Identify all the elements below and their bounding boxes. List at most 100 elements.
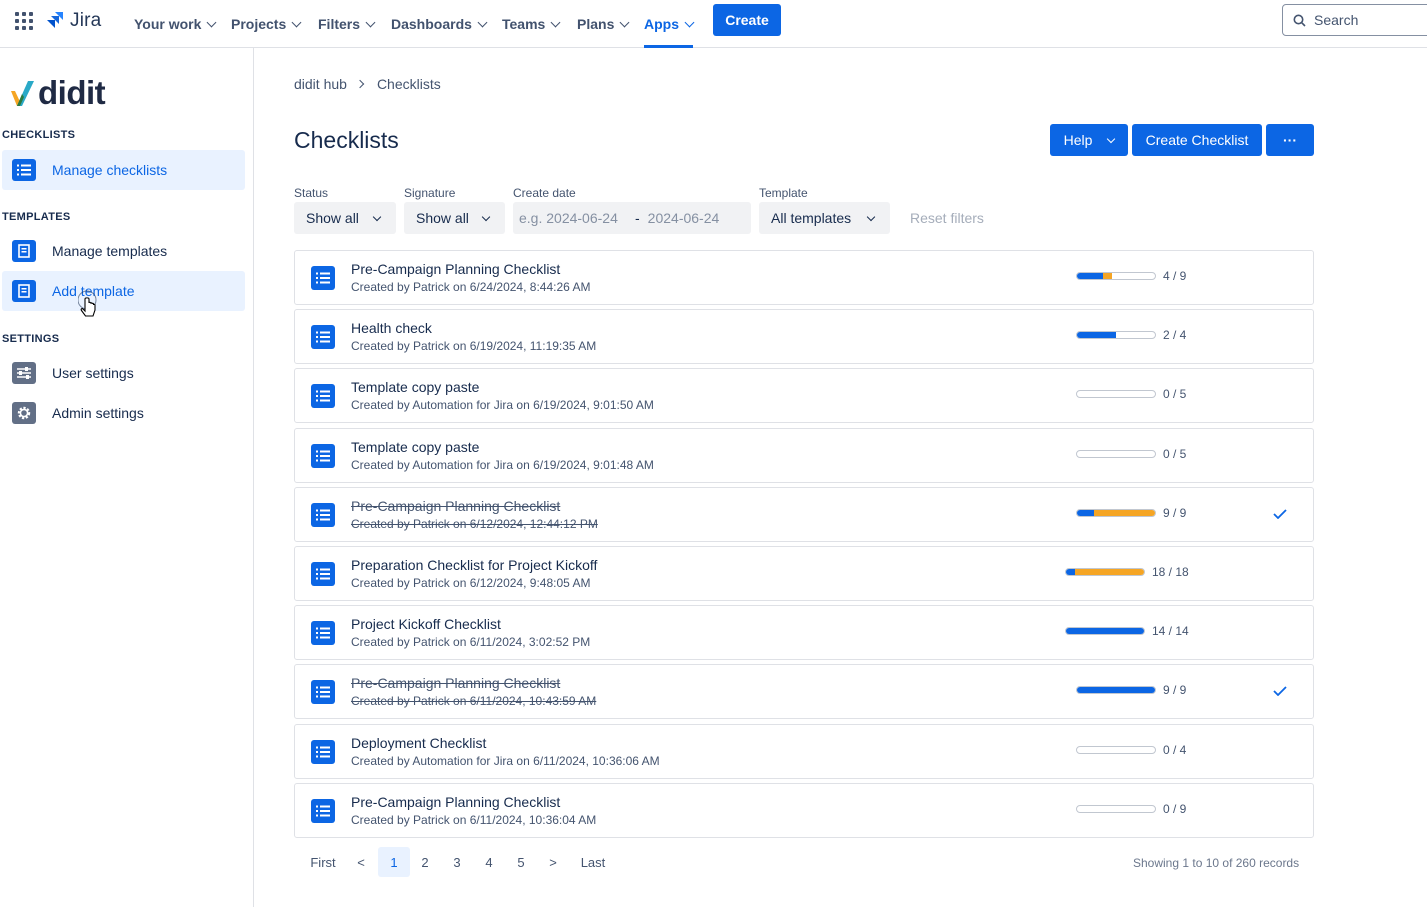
- nav-your-work[interactable]: Your work: [134, 0, 217, 48]
- nav-teams[interactable]: Teams: [502, 0, 561, 48]
- checklist-row[interactable]: Pre-Campaign Planning Checklist Created b…: [294, 486, 1314, 542]
- pagination-page-4[interactable]: 4: [478, 847, 500, 877]
- checklist-progress-bar: [1065, 568, 1145, 576]
- create-date-to-input[interactable]: [647, 210, 743, 226]
- section-title-checklists: CHECKLISTS: [2, 129, 76, 141]
- didit-check-logo-icon: [11, 81, 34, 106]
- checklist-icon: [311, 739, 335, 764]
- progress-segment-done: [1077, 687, 1155, 694]
- checklist-row[interactable]: Pre-Campaign Planning Checklist Created b…: [294, 664, 1314, 720]
- checklist-title: Preparation Checklist for Project Kickof…: [351, 557, 598, 573]
- pagination-page-1[interactable]: 1: [378, 847, 410, 877]
- create-button[interactable]: Create: [713, 4, 781, 36]
- help-button[interactable]: Help: [1050, 124, 1128, 156]
- nav-teams-label: Teams: [502, 16, 546, 32]
- jira-logo[interactable]: Jira: [45, 10, 101, 32]
- checkmark-icon: [1273, 686, 1287, 697]
- sidebar-item-manage-templates[interactable]: Manage templates: [2, 231, 245, 271]
- checklist-progress-count: 4 / 9: [1163, 269, 1187, 283]
- breadcrumb-checklists[interactable]: Checklists: [377, 76, 441, 92]
- status-filter-value: Show all: [306, 210, 359, 226]
- checklist-icon: [311, 443, 335, 468]
- progress-segment-done: [1066, 628, 1144, 635]
- pagination-prev[interactable]: <: [352, 847, 370, 877]
- sidebar-item-admin-settings[interactable]: Admin settings: [2, 393, 245, 433]
- signature-filter-select[interactable]: Show all: [404, 202, 505, 234]
- nav-dashboards[interactable]: Dashboards: [391, 0, 488, 48]
- progress-segment-done: [1077, 273, 1103, 279]
- checklist-created-by: Created by Patrick on 6/11/2024, 10:43:5…: [351, 694, 597, 709]
- didit-logo[interactable]: didit: [10, 74, 106, 112]
- pagination-first[interactable]: First: [310, 847, 336, 877]
- checklist-icon: [311, 621, 335, 646]
- progress-segment-done: [1077, 509, 1095, 516]
- checklist-row[interactable]: Pre-Campaign Planning Checklist Created b…: [294, 782, 1314, 838]
- checklist-title: Pre-Campaign Planning Checklist: [351, 793, 561, 810]
- progress-segment-done: [1077, 332, 1116, 339]
- sidebar-item-user-settings[interactable]: User settings: [2, 353, 245, 393]
- checklist-icon: [311, 680, 335, 705]
- checklist-progress-count: 2 / 4: [1163, 328, 1187, 343]
- checklist-progress-count: 14 / 14: [1152, 624, 1189, 639]
- checklist-row[interactable]: Preparation Checklist for Project Kickof…: [294, 546, 1314, 601]
- help-button-label: Help: [1063, 132, 1093, 148]
- nav-projects-label: Projects: [231, 16, 287, 32]
- sidebar-item-label: Admin settings: [52, 405, 144, 421]
- checklist-created-by: Created by Patrick on 6/19/2024, 11:19:3…: [351, 339, 597, 354]
- checklist-row[interactable]: Deployment Checklist Created by Automatio…: [294, 723, 1314, 779]
- top-navigation: Jira Your work Projects Filters Dashboar…: [0, 0, 1427, 48]
- sidebar-item-manage-checklists[interactable]: Manage checklists: [2, 150, 245, 190]
- pagination-page-2[interactable]: 2: [414, 847, 436, 877]
- sidebar-item-add-template[interactable]: Add template: [2, 271, 245, 311]
- didit-wordmark: didit: [38, 74, 106, 111]
- nav-projects[interactable]: Projects: [231, 0, 302, 48]
- app-switcher-icon[interactable]: [15, 12, 33, 30]
- document-icon: [12, 280, 36, 302]
- pagination-last[interactable]: Last: [580, 847, 606, 877]
- nav-plans-label: Plans: [577, 16, 615, 32]
- checklist-title: Pre-Campaign Planning Checklist: [351, 261, 561, 277]
- nav-apps[interactable]: Apps: [644, 0, 695, 48]
- checklist-progress-count: 9 / 9: [1163, 505, 1187, 520]
- checklist-row[interactable]: Health check Created by Patrick on 6/19/2…: [294, 309, 1314, 365]
- checklist-created-by: Created by Automation for Jira on 6/19/2…: [351, 457, 654, 472]
- checklist-row[interactable]: Pre-Campaign Planning Checklist Created b…: [294, 250, 1314, 305]
- sidebar-item-label: Manage templates: [52, 243, 168, 259]
- checklist-row[interactable]: Template copy paste Created by Automation…: [294, 368, 1314, 424]
- pagination-next[interactable]: >: [544, 847, 562, 877]
- nav-your-work-label: Your work: [134, 16, 202, 32]
- nav-plans[interactable]: Plans: [577, 0, 630, 48]
- gear-icon: [12, 402, 36, 424]
- checklist-progress-count: 9 / 9: [1163, 683, 1187, 698]
- checklist-progress-bar: [1076, 804, 1156, 813]
- search-box[interactable]: [1282, 4, 1427, 36]
- chevron-down-icon: [372, 212, 382, 222]
- checklist-row[interactable]: Template copy paste Created by Automation…: [294, 427, 1314, 483]
- search-input[interactable]: [1314, 12, 1424, 28]
- checklist-row[interactable]: Project Kickoff Checklist Created by Patr…: [294, 605, 1314, 661]
- pagination-page-3[interactable]: 3: [446, 847, 468, 877]
- checklist-icon: [311, 562, 335, 586]
- create-checklist-button[interactable]: Create Checklist: [1132, 124, 1262, 156]
- status-filter-select[interactable]: Show all: [294, 202, 396, 234]
- checkmark-icon: [1273, 509, 1287, 519]
- template-filter-select[interactable]: All templates: [759, 202, 890, 234]
- pagination-page-5[interactable]: 5: [510, 847, 532, 877]
- chevron-down-icon: [684, 17, 695, 28]
- more-actions-button[interactable]: ···: [1266, 124, 1314, 156]
- nav-filters[interactable]: Filters: [318, 0, 376, 48]
- checklist-progress-bar: [1076, 686, 1156, 695]
- checklist-icon: [311, 798, 335, 823]
- checklist-title: Template copy paste: [351, 438, 480, 455]
- create-date-from-input[interactable]: [519, 210, 629, 226]
- sidebar: didit CHECKLISTS Manage checklists TEMPL…: [0, 48, 254, 907]
- signature-filter-label: Signature: [404, 186, 456, 200]
- status-filter-label: Status: [294, 186, 329, 200]
- jira-wordmark: Jira: [70, 10, 102, 31]
- template-filter-value: All templates: [771, 210, 852, 226]
- breadcrumb-didit-hub[interactable]: didit hub: [294, 76, 347, 92]
- checklist-title: Pre-Campaign Planning Checklist: [351, 675, 561, 692]
- reset-filters-link[interactable]: Reset filters: [910, 210, 984, 226]
- checklist-created-by: Created by Patrick on 6/12/2024, 12:44:1…: [351, 516, 598, 531]
- sliders-icon: [12, 362, 36, 384]
